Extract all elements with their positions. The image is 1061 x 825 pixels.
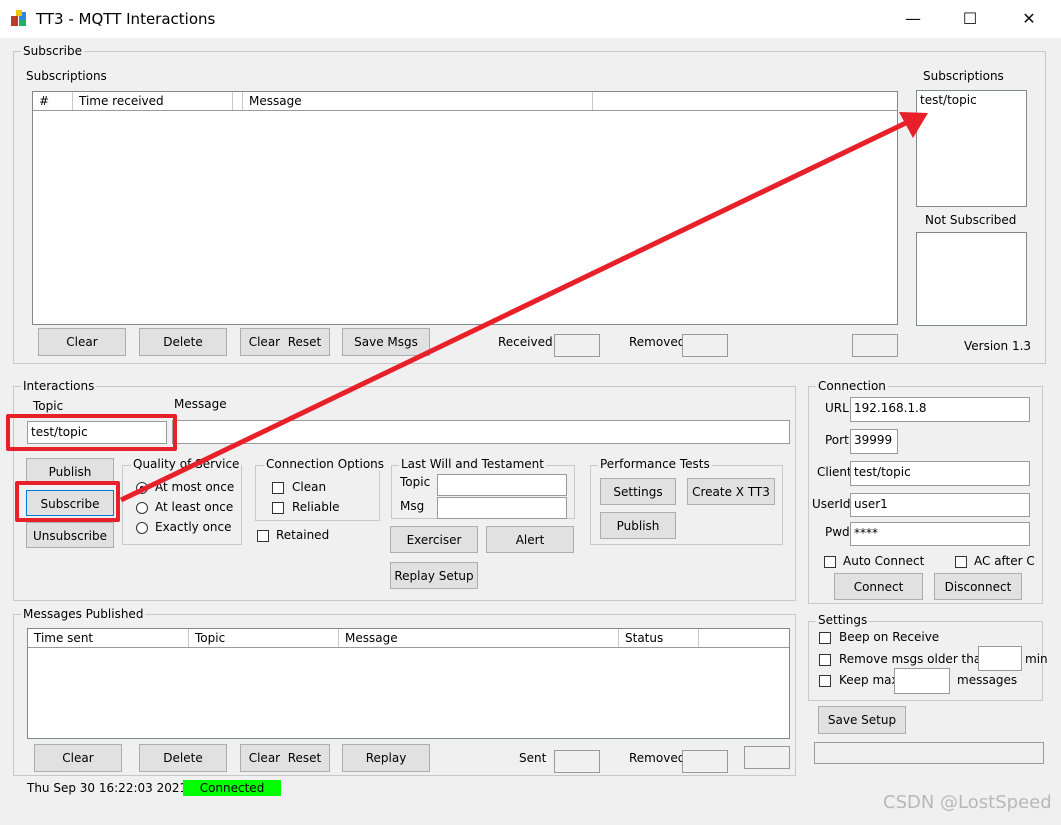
watermark-text: CSDN @LostSpeed [883, 792, 1052, 813]
annotation-arrow [119, 112, 928, 503]
